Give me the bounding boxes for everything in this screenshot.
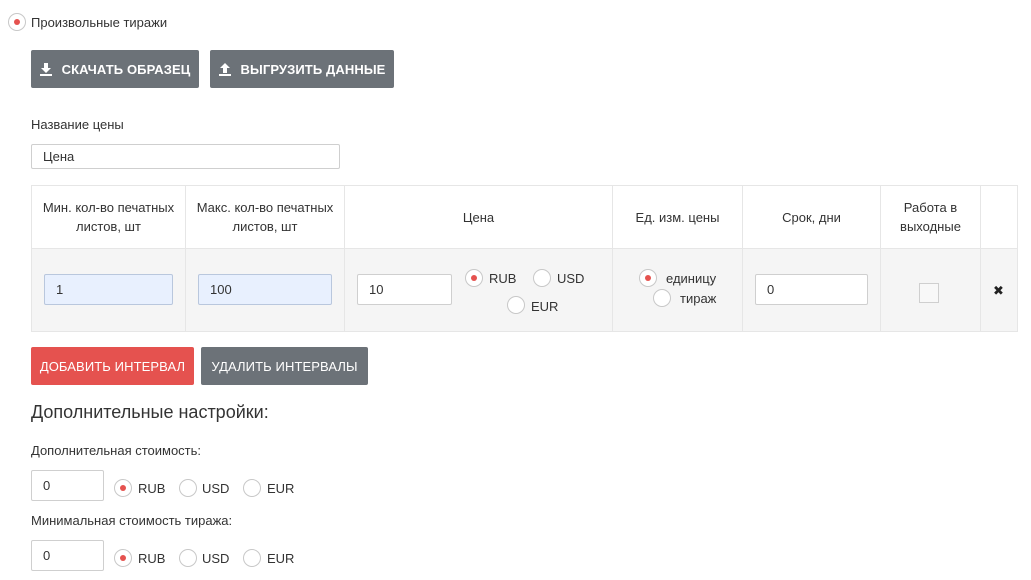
download-sample-button[interactable]: СКАЧАТЬ ОБРАЗЕЦ bbox=[31, 50, 199, 88]
additional-cost-label-rub: RUB bbox=[138, 481, 166, 496]
unit-radio-run[interactable] bbox=[653, 289, 671, 307]
cell-min: 1 bbox=[31, 248, 186, 332]
additional-cost-radio-eur[interactable] bbox=[243, 479, 261, 497]
additional-cost-label: Дополнительная стоимость: bbox=[31, 443, 202, 458]
min-cost-radio-rub[interactable] bbox=[114, 549, 132, 567]
currency-label-rub: RUB bbox=[489, 271, 517, 286]
header-min-qty: Мин. кол-во печатных листов, шт bbox=[31, 185, 186, 249]
additional-cost-label-eur: EUR bbox=[267, 481, 295, 496]
close-icon[interactable]: ✖ bbox=[993, 283, 1004, 299]
header-actions bbox=[980, 185, 1018, 249]
days-input[interactable]: 0 bbox=[755, 274, 868, 305]
download-sample-label: СКАЧАТЬ ОБРАЗЕЦ bbox=[61, 61, 191, 77]
unit-label-run: тираж bbox=[680, 291, 717, 306]
min-qty-input[interactable]: 1 bbox=[44, 274, 173, 305]
min-qty-value: 1 bbox=[56, 282, 64, 297]
weekends-checkbox[interactable] bbox=[919, 283, 939, 303]
currency-radio-rub[interactable] bbox=[465, 269, 483, 287]
additional-cost-input[interactable]: 0 bbox=[31, 470, 104, 501]
max-qty-input[interactable]: 100 bbox=[198, 274, 332, 305]
price-name-value: Цена bbox=[43, 149, 75, 164]
price-name-label: Название цены bbox=[31, 117, 124, 132]
upload-data-label: ВЫГРУЗИТЬ ДАННЫЕ bbox=[240, 61, 386, 77]
mode-label: Произвольные тиражи bbox=[31, 15, 168, 30]
min-cost-input[interactable]: 0 bbox=[31, 540, 104, 571]
table-header-row: Мин. кол-во печатных листов, шт Макс. ко… bbox=[31, 185, 1018, 249]
min-cost-value: 0 bbox=[43, 548, 51, 563]
currency-label-usd: USD bbox=[557, 271, 585, 286]
days-value: 0 bbox=[767, 282, 775, 297]
currency-label-eur: EUR bbox=[531, 299, 559, 314]
min-cost-label: Минимальная стоимость тиража: bbox=[31, 513, 233, 528]
cell-price: 10 RUB USD EUR bbox=[344, 248, 613, 332]
additional-cost-radio-usd[interactable] bbox=[179, 479, 197, 497]
additional-cost-value: 0 bbox=[43, 478, 51, 493]
table-row: 1 100 10 RUB USD EUR единицу тираж 0 ✖ bbox=[31, 248, 1018, 332]
additional-cost-label-usd: USD bbox=[202, 481, 230, 496]
min-cost-radio-eur[interactable] bbox=[243, 549, 261, 567]
min-cost-label-eur: EUR bbox=[267, 551, 295, 566]
cell-max: 100 bbox=[185, 248, 345, 332]
remove-intervals-label: УДАЛИТЬ ИНТЕРВАЛЫ bbox=[211, 358, 358, 374]
currency-radio-eur[interactable] bbox=[507, 296, 525, 314]
header-weekends: Работа в выходные bbox=[880, 185, 981, 249]
price-intervals-table: Мин. кол-во печатных листов, шт Макс. ко… bbox=[31, 185, 1018, 332]
min-cost-radio-usd[interactable] bbox=[179, 549, 197, 567]
remove-intervals-button[interactable]: УДАЛИТЬ ИНТЕРВАЛЫ bbox=[201, 347, 368, 385]
unit-radio-item[interactable] bbox=[639, 269, 657, 287]
header-days: Срок, дни bbox=[742, 185, 881, 249]
cell-weekends bbox=[880, 248, 981, 332]
min-cost-label-usd: USD bbox=[202, 551, 230, 566]
unit-label-item: единицу bbox=[666, 271, 717, 286]
add-interval-label: ДОБАВИТЬ ИНТЕРВАЛ bbox=[39, 358, 186, 374]
price-name-input[interactable]: Цена bbox=[31, 144, 340, 169]
additional-cost-radio-rub[interactable] bbox=[114, 479, 132, 497]
mode-radio[interactable] bbox=[8, 13, 26, 31]
extra-settings-title: Дополнительные настройки: bbox=[31, 402, 269, 422]
header-max-qty: Макс. кол-во печатных листов, шт bbox=[185, 185, 345, 249]
download-icon bbox=[39, 62, 52, 76]
price-value: 10 bbox=[369, 282, 384, 297]
upload-icon bbox=[218, 62, 231, 76]
price-input[interactable]: 10 bbox=[357, 274, 452, 305]
header-price: Цена bbox=[344, 185, 613, 249]
cell-days: 0 bbox=[742, 248, 881, 332]
cell-price-unit: единицу тираж bbox=[612, 248, 743, 332]
upload-data-button[interactable]: ВЫГРУЗИТЬ ДАННЫЕ bbox=[210, 50, 394, 88]
max-qty-value: 100 bbox=[210, 282, 232, 297]
cell-delete: ✖ bbox=[980, 248, 1018, 332]
add-interval-button[interactable]: ДОБАВИТЬ ИНТЕРВАЛ bbox=[31, 347, 194, 385]
min-cost-label-rub: RUB bbox=[138, 551, 166, 566]
header-price-unit: Ед. изм. цены bbox=[612, 185, 743, 249]
currency-radio-usd[interactable] bbox=[533, 269, 551, 287]
